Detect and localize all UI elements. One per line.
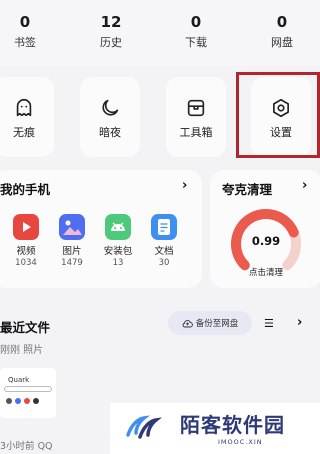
backup-to-cloud-button[interactable]: 备份至网盘: [168, 311, 252, 335]
app-count: 1034: [15, 258, 37, 268]
android-icon: [105, 214, 131, 240]
app-count: 13: [112, 258, 124, 268]
watermark-url: IMOOC.XIN: [218, 438, 263, 446]
watermark-logo-icon: [126, 415, 163, 439]
quark-cleaner-card[interactable]: 夸克清理 › 0.99 点击清理: [210, 170, 320, 288]
thumbnail-search-bar: [4, 386, 52, 392]
dot: [24, 398, 30, 404]
dot: [33, 398, 39, 404]
image-icon: [59, 214, 85, 240]
stat-label: 历史: [100, 36, 122, 49]
settings-highlight-box: [236, 72, 320, 158]
thumbnail-caption: 3小时前 QQ: [0, 441, 53, 452]
stat-bookmarks[interactable]: 0 书签: [0, 12, 55, 50]
watermark-name: 陌客软件园: [180, 413, 285, 437]
list-view-icon[interactable]: ☰: [264, 317, 274, 330]
watermark: 陌客软件园 IMOOC.XIN: [110, 403, 320, 454]
app-name: 安装包: [103, 246, 133, 257]
recent-files-title: 最近文件: [0, 320, 51, 335]
gauge-value: 0.99: [251, 234, 281, 248]
tool-incognito[interactable]: 无痕: [0, 77, 54, 157]
app-count: 30: [158, 258, 170, 268]
stat-label: 下载: [185, 36, 207, 49]
tool-toolbox[interactable]: 工具箱: [166, 77, 226, 157]
stat-value: 12: [100, 13, 122, 31]
app-documents[interactable]: 文档 30: [144, 214, 184, 269]
document-icon: [151, 214, 177, 240]
toolbox-icon: [187, 99, 205, 117]
recent-file-thumbnail[interactable]: Quark: [0, 368, 56, 418]
moon-icon: [102, 99, 119, 116]
stat-label: 书签: [14, 36, 36, 49]
my-phone-card[interactable]: 我的手机 › 视频 1034 图片 1479 安装包 13 文档 30: [0, 170, 202, 288]
chevron-right-icon[interactable]: ›: [302, 178, 307, 193]
app-count: 1479: [61, 258, 83, 268]
stat-value: 0: [190, 13, 202, 31]
recent-file-meta: 刚刚 照片: [0, 345, 44, 356]
app-videos[interactable]: 视频 1034: [6, 214, 46, 269]
tool-night-mode[interactable]: 暗夜: [80, 77, 140, 157]
ghost-icon: [16, 98, 32, 117]
thumbnail-dots: [6, 398, 39, 404]
stat-downloads[interactable]: 0 下载: [166, 12, 226, 50]
app-name: 视频: [16, 246, 36, 257]
chevron-right-icon[interactable]: ›: [182, 178, 187, 193]
stat-cloud-drive[interactable]: 0 网盘: [252, 12, 312, 50]
app-name: 文档: [154, 246, 174, 257]
app-images[interactable]: 图片 1479: [52, 214, 92, 269]
app-packages[interactable]: 安装包 13: [98, 214, 138, 269]
stat-value: 0: [276, 13, 288, 31]
stats-bar: 0 书签 12 历史 0 下载 0 网盘: [0, 0, 320, 66]
tool-label: 工具箱: [179, 126, 213, 139]
dot: [6, 398, 12, 404]
my-phone-title: 我的手机: [0, 182, 51, 197]
app-name: 图片: [62, 246, 82, 257]
chevron-right-icon[interactable]: ›: [297, 315, 302, 330]
cloud-upload-icon: [182, 319, 193, 327]
cleaner-title: 夸克清理: [222, 182, 273, 197]
tool-label: 无痕: [13, 126, 35, 139]
stat-history[interactable]: 12 历史: [81, 12, 141, 50]
tool-label: 暗夜: [99, 126, 121, 139]
thumbnail-title: Quark: [8, 376, 30, 384]
clean-action[interactable]: 点击清理: [210, 266, 320, 278]
video-icon: [13, 214, 39, 240]
backup-label: 备份至网盘: [195, 319, 239, 329]
stat-label: 网盘: [271, 36, 293, 49]
dot: [15, 398, 21, 404]
stat-value: 0: [19, 13, 31, 31]
